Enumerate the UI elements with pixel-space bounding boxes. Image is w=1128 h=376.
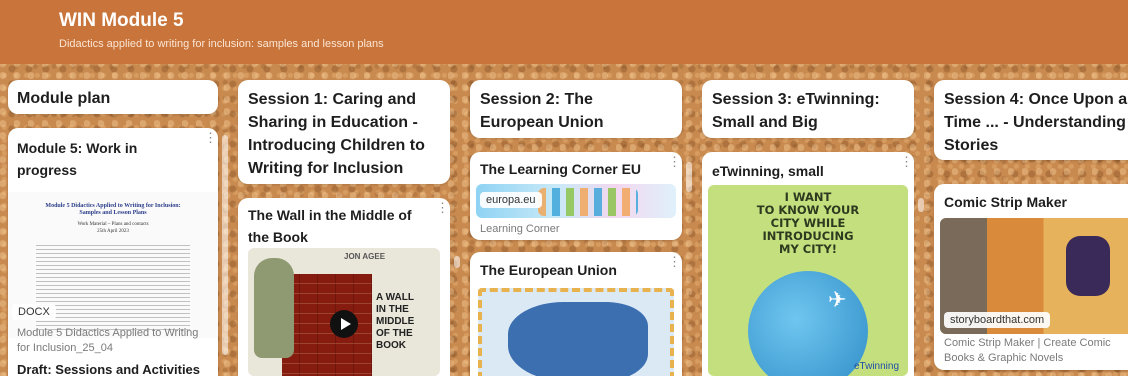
airplane-icon: ✈	[828, 287, 847, 312]
column-title: Session 4: Once Upon a Time ... - Unders…	[944, 91, 1128, 154]
board-subtitle: Didactics applied to writing for inclusi…	[59, 38, 384, 50]
post-title: Module 5: Work in progress	[17, 140, 138, 178]
column-header-session-2[interactable]: Session 2: The European Union	[470, 80, 682, 138]
post-title: The Wall in the Middle of the Book	[248, 207, 412, 245]
column-header-session-4[interactable]: Session 4: Once Upon a Time ... - Unders…	[934, 80, 1128, 160]
more-options-icon[interactable]: ⋮	[668, 155, 681, 168]
post-caption: Comic Strip Maker | Create Comic Books &…	[944, 337, 1111, 364]
comic-preview-image[interactable]: storyboardthat.com	[940, 218, 1128, 334]
doc-sub1: Work Material – Plans and contacts	[77, 222, 149, 227]
etwinning-logo: eTwinning	[854, 361, 900, 372]
post-caption: Learning Corner	[480, 223, 560, 235]
column-title: Session 1: Caring and Sharing in Educati…	[248, 91, 425, 177]
book-word: MIDDLE	[376, 316, 415, 327]
column-scrollbar[interactable]	[454, 256, 460, 268]
link-domain: europa.eu	[480, 192, 542, 208]
ogre-illustration	[254, 258, 294, 358]
book-word: A WALL	[376, 292, 414, 303]
doc-heading: Module 5 Didactics Applied to Writing fo…	[45, 203, 181, 216]
eu-map-image[interactable]	[478, 288, 674, 376]
column-header-session-3[interactable]: Session 3: eTwinning: Small and Big	[702, 80, 914, 138]
poster-line: MY CITY!	[779, 242, 837, 256]
play-button[interactable]	[330, 310, 358, 338]
board-title: WIN Module 5	[59, 10, 184, 31]
next-post-title[interactable]: Draft: Sessions and Activities	[17, 359, 207, 376]
post-european-union[interactable]: The European Union ⋮	[470, 252, 682, 376]
book-word: IN THE	[376, 304, 409, 315]
column-header-session-1[interactable]: Session 1: Caring and Sharing in Educati…	[238, 80, 450, 184]
more-options-icon[interactable]: ⋮	[436, 201, 449, 214]
children-illustration	[538, 188, 638, 216]
post-etwinning-small[interactable]: eTwinning, small ⋮ I WANT TO KNOW YOUR C…	[702, 152, 914, 376]
book-word: BOOK	[376, 340, 406, 351]
book-word: OF THE	[376, 328, 413, 339]
poster-text: I WANT TO KNOW YOUR CITY WHILE INTRODUCI…	[708, 191, 908, 256]
globe-illustration	[748, 271, 868, 376]
book-cover-title: A WALL IN THE MIDDLE OF THE BOOK	[376, 292, 438, 352]
more-options-icon[interactable]: ⋮	[204, 131, 217, 144]
post-title: eTwinning, small	[712, 163, 824, 179]
map-border	[478, 288, 674, 376]
post-caption: Module 5 Didactics Applied to Writing fo…	[17, 327, 199, 354]
post-learning-corner[interactable]: The Learning Corner EU ⋮ europa.eu Learn…	[470, 152, 682, 240]
board-header: WIN Module 5 Didactics applied to writin…	[0, 0, 1128, 64]
book-author: JON AGEE	[344, 252, 386, 261]
doc-text-lines	[36, 242, 190, 332]
file-type-badge: DOCX	[12, 304, 56, 320]
play-icon	[341, 318, 351, 330]
column-title: Session 2: The European Union	[480, 91, 604, 131]
doc-sub2: 25th April 2023	[97, 229, 129, 234]
superhero-figure	[1066, 236, 1110, 296]
post-title: The European Union	[480, 262, 617, 278]
more-options-icon[interactable]: ⋮	[900, 155, 913, 168]
more-options-icon[interactable]: ⋮	[668, 255, 681, 268]
post-comic-strip-maker[interactable]: Comic Strip Maker storyboardthat.com Com…	[934, 184, 1128, 370]
column-scrollbar[interactable]	[222, 135, 228, 355]
column-scrollbar[interactable]	[686, 162, 692, 192]
link-preview-image[interactable]: europa.eu	[476, 184, 676, 218]
post-title: Comic Strip Maker	[944, 194, 1067, 210]
post-title: The Learning Corner EU	[480, 161, 642, 177]
column-header-module-plan[interactable]: Module plan	[8, 80, 218, 114]
column-scrollbar[interactable]	[918, 198, 924, 212]
etwinning-poster-image[interactable]: I WANT TO KNOW YOUR CITY WHILE INTRODUCI…	[708, 185, 908, 376]
brick-wall	[282, 274, 372, 376]
column-title: Session 3: eTwinning: Small and Big	[712, 91, 880, 131]
column-title: Module plan	[17, 90, 111, 107]
book-cover-image[interactable]: JON AGEE A WALL IN THE MIDDLE OF THE BOO…	[248, 248, 440, 376]
post-module5-work[interactable]: Module 5: Work in progress ⋮ Module 5 Di…	[8, 128, 218, 376]
post-wall-in-the-middle[interactable]: The Wall in the Middle of the Book ⋮ JON…	[238, 198, 450, 376]
link-domain: storyboardthat.com	[944, 312, 1051, 328]
